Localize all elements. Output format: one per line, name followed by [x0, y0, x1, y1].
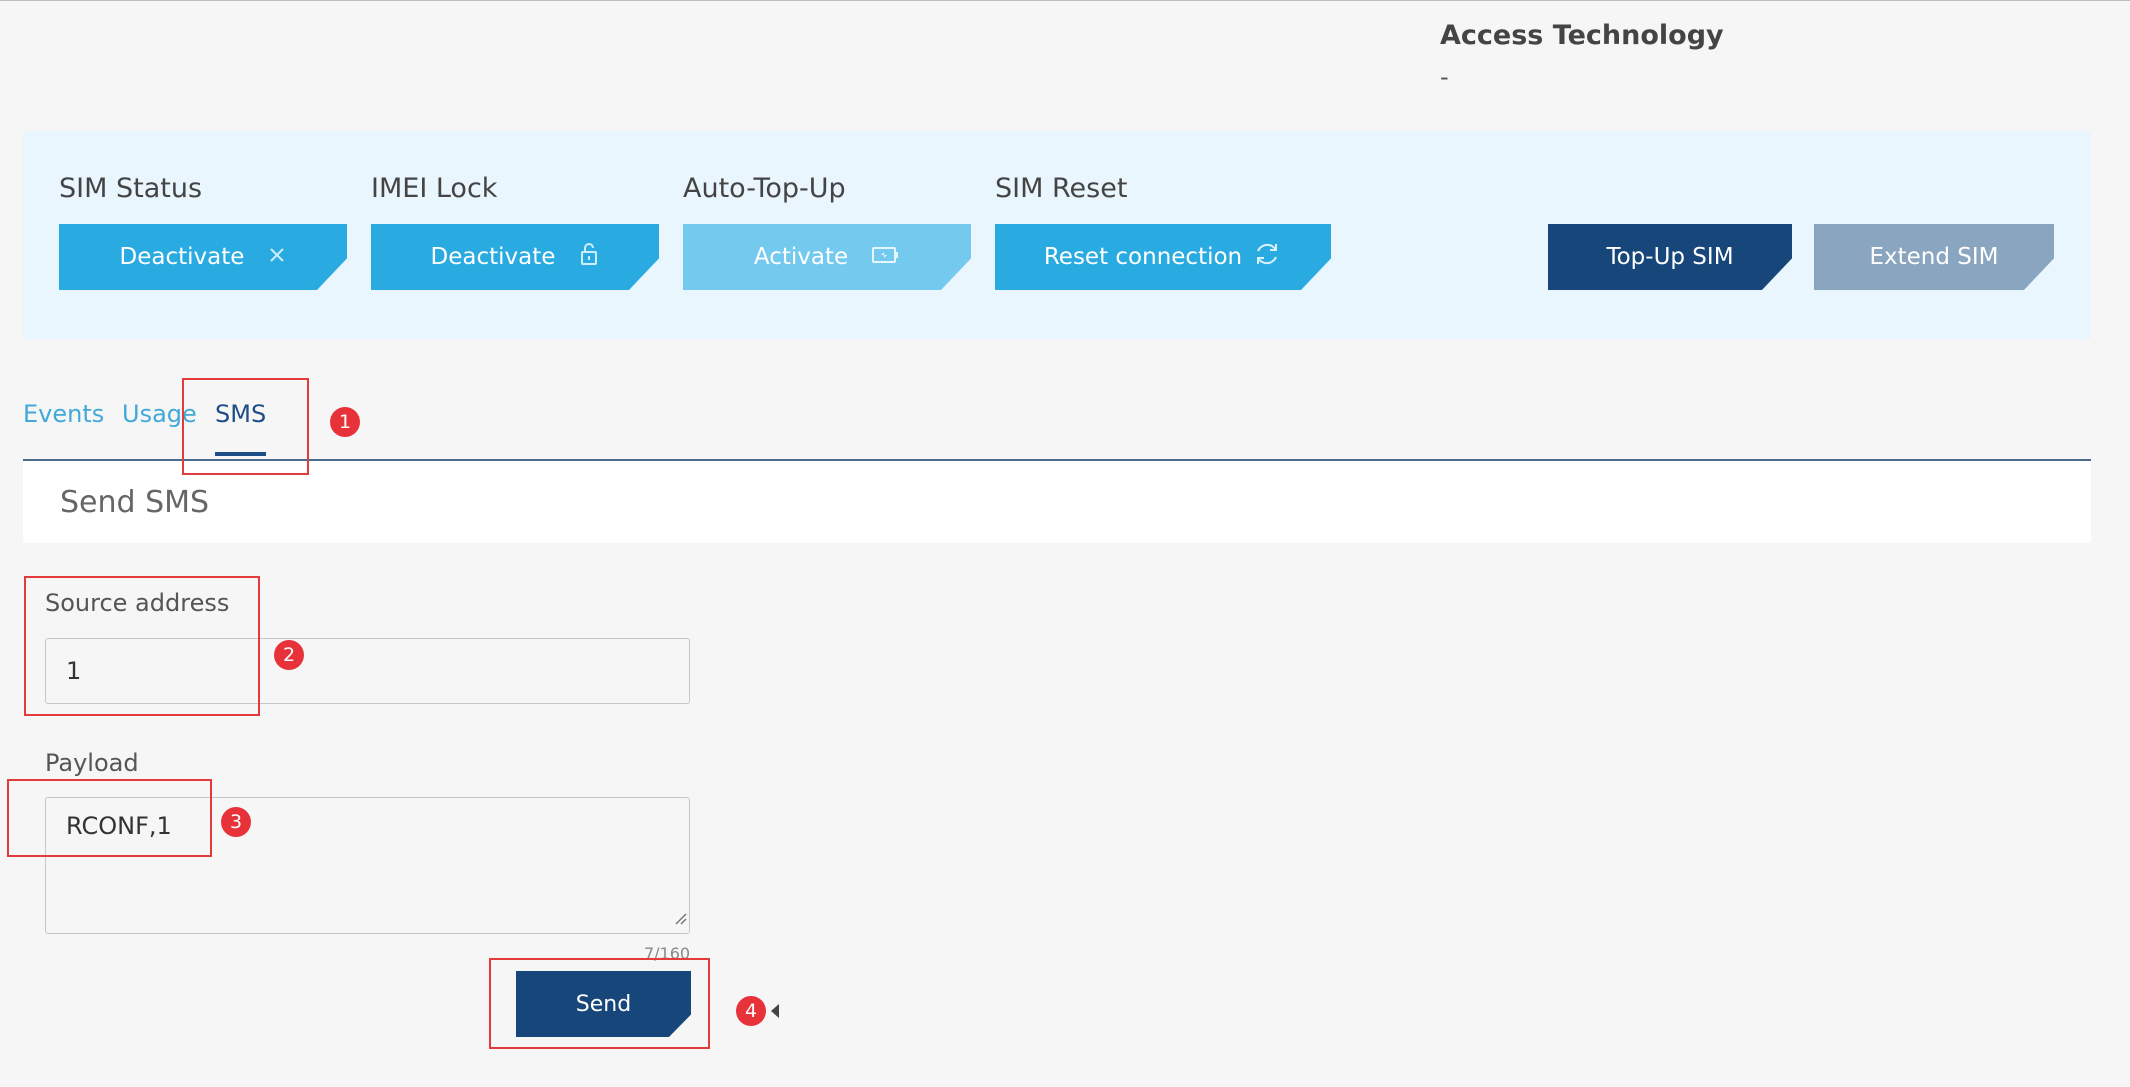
auto-top-up-group: Auto-Top-Up	[683, 173, 846, 222]
annotation-badge-2: 2	[274, 640, 304, 670]
access-technology-value: -	[1440, 63, 1449, 91]
annotation-box-payload	[7, 779, 212, 857]
annotation-badge-1: 1	[330, 407, 360, 437]
extend-sim-button[interactable]: Extend SIM	[1814, 224, 2054, 290]
extend-sim-label: Extend SIM	[1869, 244, 1999, 270]
send-sms-header: Send SMS	[23, 461, 2091, 543]
imei-lock-group: IMEI Lock	[371, 173, 497, 222]
auto-top-up-activate-button[interactable]: Activate	[683, 224, 971, 290]
sim-status-label: SIM Status	[59, 173, 203, 204]
annotation-box-sms-tab	[182, 378, 309, 475]
sim-control-panel: SIM Status Deactivate IMEI Lock Deactiva…	[23, 131, 2091, 339]
annotation-badge-4: 4	[736, 996, 766, 1026]
auto-top-up-button-label: Activate	[753, 244, 849, 270]
sim-status-button-label: Deactivate	[119, 244, 245, 270]
refresh-icon	[1252, 239, 1282, 275]
payload-label: Payload	[45, 749, 139, 777]
access-technology-title: Access Technology	[1440, 20, 1724, 51]
imei-lock-button-label: Deactivate	[430, 244, 556, 270]
tab-events[interactable]: Events	[23, 400, 104, 428]
resize-handle-icon[interactable]	[673, 903, 687, 931]
top-up-sim-button[interactable]: Top-Up SIM	[1548, 224, 1792, 290]
unlock-icon	[579, 242, 599, 272]
annotation-box-source-address	[24, 576, 260, 716]
top-up-sim-label: Top-Up SIM	[1606, 244, 1734, 270]
sim-status-deactivate-button[interactable]: Deactivate	[59, 224, 347, 290]
close-icon	[268, 244, 286, 270]
battery-charge-icon	[872, 244, 900, 270]
sim-reset-label: SIM Reset	[995, 173, 1128, 204]
annotation-badge-3: 3	[221, 807, 251, 837]
mouse-cursor-icon	[771, 1004, 779, 1018]
top-border	[0, 0, 2130, 1]
imei-lock-label: IMEI Lock	[371, 173, 498, 204]
reset-connection-button[interactable]: Reset connection	[995, 224, 1331, 290]
sim-reset-group: SIM Reset	[995, 173, 1127, 222]
reset-connection-button-label: Reset connection	[1043, 244, 1243, 270]
access-technology: Access Technology -	[1440, 20, 1724, 91]
sim-status-group: SIM Status	[59, 173, 202, 222]
send-sms-title: Send SMS	[60, 485, 210, 520]
auto-top-up-label: Auto-Top-Up	[683, 173, 846, 204]
annotation-box-send	[489, 958, 710, 1049]
imei-lock-deactivate-button[interactable]: Deactivate	[371, 224, 659, 290]
